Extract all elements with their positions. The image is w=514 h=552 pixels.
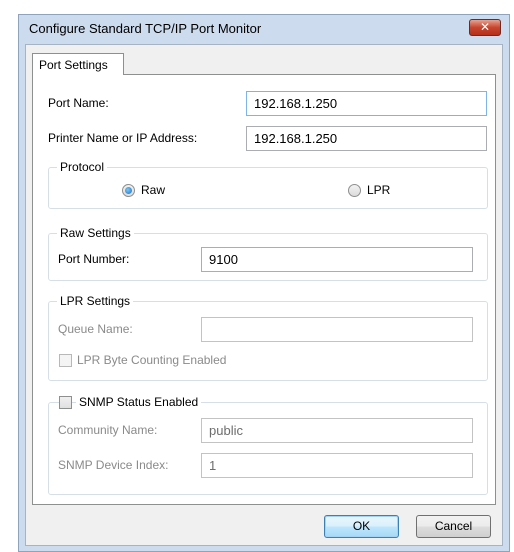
protocol-legend: Protocol bbox=[57, 160, 108, 174]
snmp-enabled-label[interactable]: SNMP Status Enabled bbox=[76, 395, 202, 409]
protocol-group: Protocol Raw LPR bbox=[48, 160, 488, 209]
port-name-input[interactable]: 192.168.1.250 bbox=[246, 91, 487, 116]
lpr-settings-legend: LPR Settings bbox=[57, 294, 134, 308]
port-settings-panel: Port Name: 192.168.1.250 Printer Name or… bbox=[32, 74, 496, 505]
community-name-label: Community Name: bbox=[58, 423, 158, 437]
port-number-input[interactable]: 9100 bbox=[201, 247, 473, 272]
window-title: Configure Standard TCP/IP Port Monitor bbox=[29, 21, 262, 36]
close-icon: ✕ bbox=[479, 20, 491, 34]
snmp-enabled-checkbox[interactable] bbox=[59, 396, 72, 409]
printer-address-input[interactable]: 192.168.1.250 bbox=[246, 126, 487, 151]
raw-radio-label[interactable]: Raw bbox=[141, 183, 165, 197]
port-number-label: Port Number: bbox=[58, 252, 130, 266]
close-button[interactable]: ✕ bbox=[469, 19, 501, 36]
snmp-device-index-label: SNMP Device Index: bbox=[58, 458, 169, 472]
lpr-radio[interactable] bbox=[348, 184, 361, 197]
printer-address-label: Printer Name or IP Address: bbox=[48, 131, 198, 145]
snmp-device-index-input[interactable]: 1 bbox=[201, 453, 473, 478]
dialog-client: Port Settings Port Name: 192.168.1.250 P… bbox=[25, 44, 503, 546]
ok-button[interactable]: OK bbox=[324, 515, 399, 538]
lpr-radio-label[interactable]: LPR bbox=[367, 183, 390, 197]
cancel-button[interactable]: Cancel bbox=[416, 515, 491, 538]
queue-name-input[interactable] bbox=[201, 317, 473, 342]
raw-settings-legend: Raw Settings bbox=[57, 226, 134, 240]
queue-name-label: Queue Name: bbox=[58, 322, 133, 336]
dialog-window: Configure Standard TCP/IP Port Monitor ✕… bbox=[18, 14, 510, 552]
tab-label: Port Settings bbox=[39, 58, 108, 72]
raw-radio[interactable] bbox=[122, 184, 135, 197]
tab-port-settings[interactable]: Port Settings bbox=[32, 53, 124, 75]
lpr-byte-counting-checkbox[interactable] bbox=[59, 354, 72, 367]
lpr-settings-group: LPR Settings Queue Name: LPR Byte Counti… bbox=[48, 294, 488, 381]
raw-settings-group: Raw Settings Port Number: 9100 bbox=[48, 226, 488, 281]
port-name-label: Port Name: bbox=[48, 96, 109, 110]
community-name-input[interactable]: public bbox=[201, 418, 473, 443]
title-bar: Configure Standard TCP/IP Port Monitor ✕ bbox=[19, 15, 509, 43]
snmp-group: SNMP Status Enabled Community Name: publ… bbox=[48, 395, 488, 495]
lpr-byte-counting-label: LPR Byte Counting Enabled bbox=[77, 353, 227, 367]
